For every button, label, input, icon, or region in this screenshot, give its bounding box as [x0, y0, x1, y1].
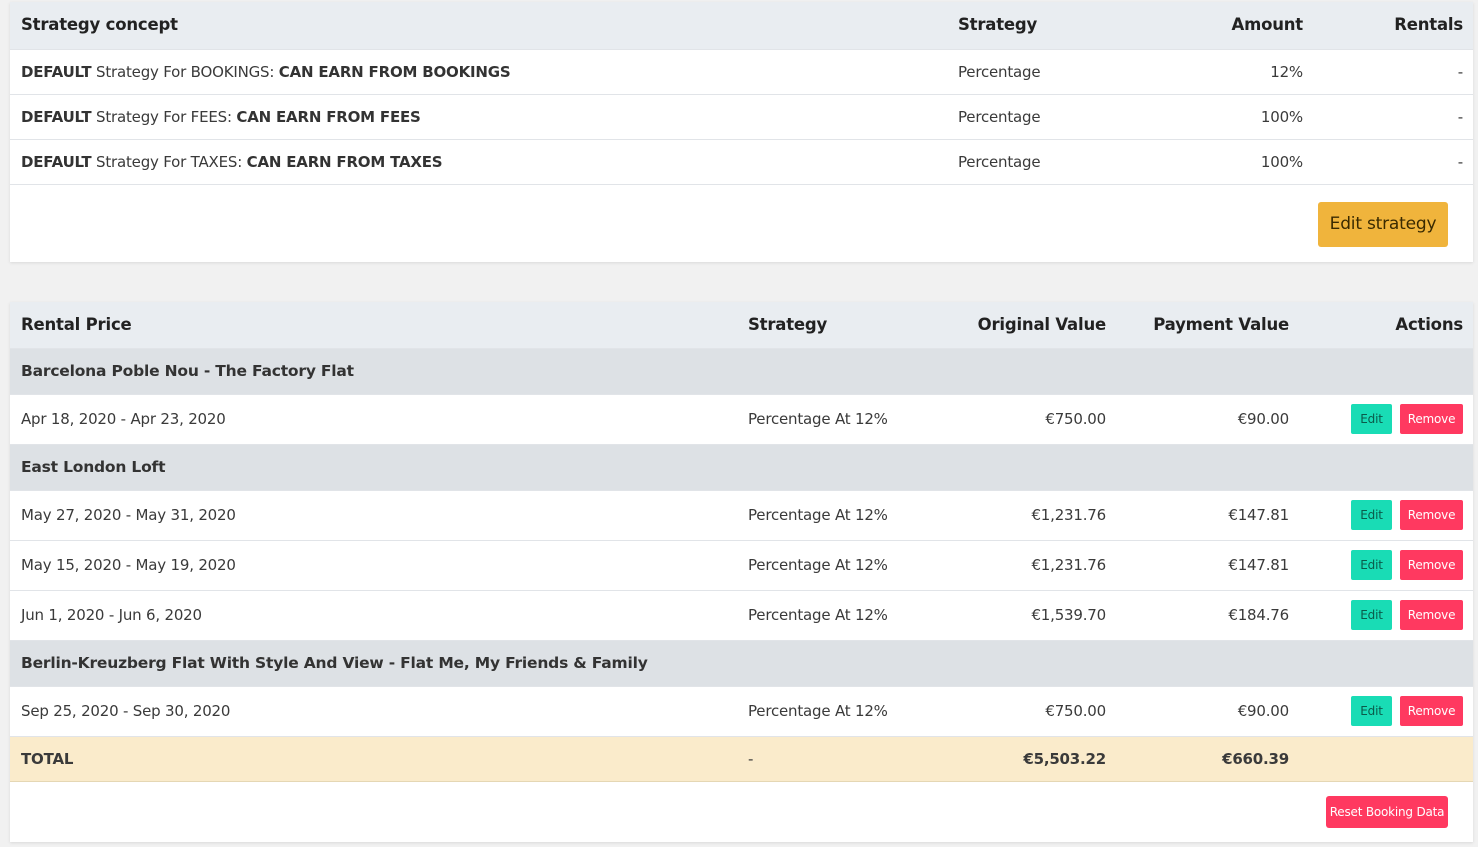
booking-dates: Jun 1, 2020 - Jun 6, 2020: [21, 606, 202, 624]
strategy-middle: Strategy For TAXES:: [91, 153, 247, 171]
booking-payment-value: €90.00: [1237, 410, 1289, 428]
strategy-row: DEFAULT Strategy For TAXES: CAN EARN FRO…: [10, 140, 1473, 185]
reset-booking-data-button[interactable]: Reset Booking Data: [1326, 796, 1448, 828]
booking-original-value: €750.00: [1045, 410, 1106, 428]
edit-strategy-button[interactable]: Edit strategy: [1318, 202, 1448, 247]
header-rentals: Rentals: [1394, 15, 1463, 34]
rental-group-name: East London Loft: [21, 458, 166, 476]
booking-payment-value: €184.76: [1228, 606, 1289, 624]
header-amount: Amount: [1231, 15, 1304, 34]
rental-card: Rental Price Strategy Original Value Pay…: [10, 302, 1473, 842]
rental-group-name: Berlin-Kreuzberg Flat With Style And Vie…: [21, 654, 648, 672]
total-strategy: -: [748, 750, 754, 768]
rental-group-row: Berlin-Kreuzberg Flat With Style And Vie…: [10, 641, 1473, 687]
rental-group-row: Barcelona Poble Nou - The Factory Flat: [10, 349, 1473, 395]
strategy-suffix: CAN EARN FROM FEES: [236, 108, 421, 126]
booking-payment-value: €90.00: [1237, 702, 1289, 720]
strategy-type: Percentage: [958, 153, 1041, 171]
remove-button[interactable]: Remove: [1400, 600, 1463, 630]
strategy-rentals: -: [1457, 153, 1463, 171]
booking-original-value: €750.00: [1045, 702, 1106, 720]
header-payment-value: Payment Value: [1153, 315, 1289, 334]
booking-payment-value: €147.81: [1228, 556, 1289, 574]
strategy-prefix: DEFAULT: [21, 153, 92, 171]
strategy-concept: DEFAULT Strategy For BOOKINGS: CAN EARN …: [21, 50, 511, 94]
booking-original-value: €1,231.76: [1031, 556, 1106, 574]
edit-button[interactable]: Edit: [1351, 600, 1392, 630]
header-strategy: Strategy: [748, 315, 828, 334]
booking-original-value: €1,539.70: [1031, 606, 1106, 624]
remove-button[interactable]: Remove: [1400, 550, 1463, 580]
booking-strategy: Percentage At 12%: [748, 506, 888, 524]
strategy-amount: 12%: [1270, 63, 1303, 81]
booking-row: May 27, 2020 - May 31, 2020 Percentage A…: [10, 491, 1473, 541]
strategy-row: DEFAULT Strategy For FEES: CAN EARN FROM…: [10, 95, 1473, 140]
edit-button[interactable]: Edit: [1351, 500, 1392, 530]
total-original-value: €5,503.22: [1023, 750, 1106, 768]
booking-strategy: Percentage At 12%: [748, 702, 888, 720]
header-original-value: Original Value: [977, 315, 1107, 334]
strategy-prefix: DEFAULT: [21, 108, 92, 126]
strategy-concept: DEFAULT Strategy For FEES: CAN EARN FROM…: [21, 95, 421, 139]
booking-payment-value: €147.81: [1228, 506, 1289, 524]
strategy-middle: Strategy For FEES:: [91, 108, 237, 126]
strategy-type: Percentage: [958, 108, 1041, 126]
strategy-table-header: Strategy concept Strategy Amount Rentals: [10, 2, 1473, 50]
header-rental-price: Rental Price: [21, 315, 132, 334]
total-row: TOTAL - €5,503.22 €660.39: [10, 737, 1473, 782]
total-label: TOTAL: [21, 750, 74, 768]
strategy-concept: DEFAULT Strategy For TAXES: CAN EARN FRO…: [21, 140, 443, 184]
strategy-suffix: CAN EARN FROM BOOKINGS: [278, 63, 511, 81]
booking-row: Sep 25, 2020 - Sep 30, 2020 Percentage A…: [10, 687, 1473, 737]
strategy-amount: 100%: [1260, 108, 1303, 126]
booking-row: Apr 18, 2020 - Apr 23, 2020 Percentage A…: [10, 395, 1473, 445]
edit-button[interactable]: Edit: [1351, 696, 1392, 726]
rental-group-name: Barcelona Poble Nou - The Factory Flat: [21, 362, 354, 380]
strategy-middle: Strategy For BOOKINGS:: [91, 63, 279, 81]
booking-strategy: Percentage At 12%: [748, 606, 888, 624]
booking-dates: May 15, 2020 - May 19, 2020: [21, 556, 236, 574]
edit-button[interactable]: Edit: [1351, 404, 1392, 434]
strategy-rentals: -: [1457, 108, 1463, 126]
header-strategy-concept: Strategy concept: [21, 15, 178, 34]
booking-strategy: Percentage At 12%: [748, 556, 888, 574]
booking-dates: May 27, 2020 - May 31, 2020: [21, 506, 236, 524]
booking-row: May 15, 2020 - May 19, 2020 Percentage A…: [10, 541, 1473, 591]
strategy-row: DEFAULT Strategy For BOOKINGS: CAN EARN …: [10, 50, 1473, 95]
booking-dates: Sep 25, 2020 - Sep 30, 2020: [21, 702, 231, 720]
remove-button[interactable]: Remove: [1400, 696, 1463, 726]
strategy-suffix: CAN EARN FROM TAXES: [246, 153, 443, 171]
strategy-prefix: DEFAULT: [21, 63, 92, 81]
booking-strategy: Percentage At 12%: [748, 410, 888, 428]
rental-group-row: East London Loft: [10, 445, 1473, 491]
booking-dates: Apr 18, 2020 - Apr 23, 2020: [21, 410, 226, 428]
strategy-type: Percentage: [958, 63, 1041, 81]
edit-button[interactable]: Edit: [1351, 550, 1392, 580]
header-strategy: Strategy: [958, 15, 1038, 34]
strategy-amount: 100%: [1260, 153, 1303, 171]
total-payment-value: €660.39: [1222, 750, 1289, 768]
rental-table-header: Rental Price Strategy Original Value Pay…: [10, 302, 1473, 349]
header-actions: Actions: [1395, 315, 1463, 334]
remove-button[interactable]: Remove: [1400, 404, 1463, 434]
booking-original-value: €1,231.76: [1031, 506, 1106, 524]
strategy-rentals: -: [1457, 63, 1463, 81]
booking-row: Jun 1, 2020 - Jun 6, 2020 Percentage At …: [10, 591, 1473, 641]
remove-button[interactable]: Remove: [1400, 500, 1463, 530]
strategy-card: Strategy concept Strategy Amount Rentals…: [10, 2, 1473, 262]
